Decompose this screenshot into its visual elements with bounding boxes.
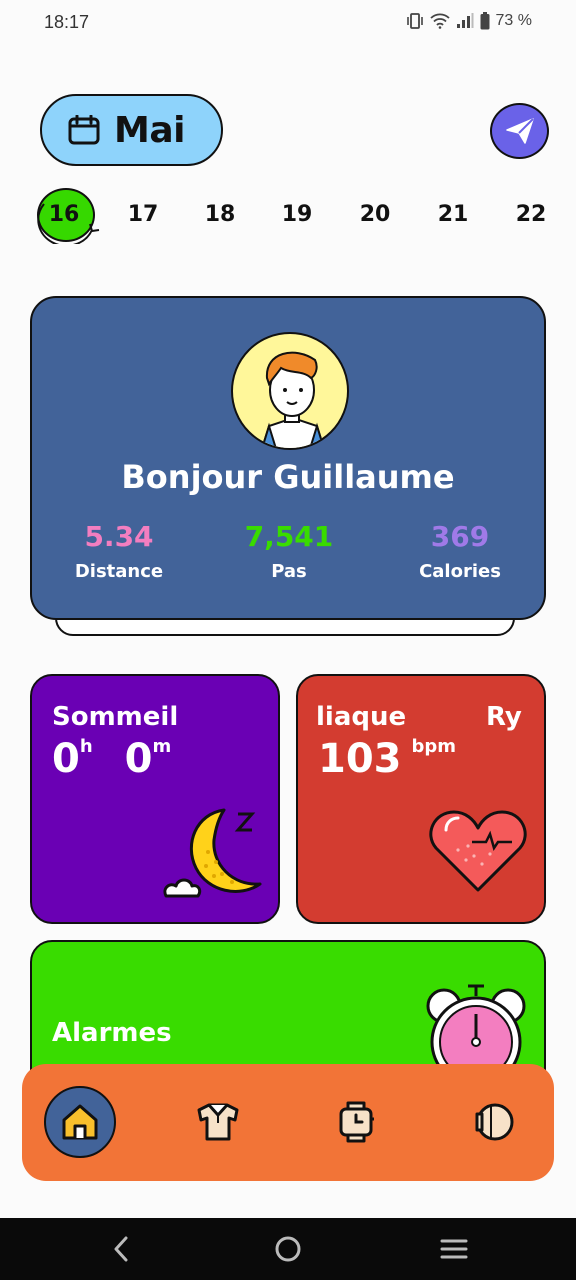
sleep-tile[interactable]: Sommeil 0h 0m [30,674,280,924]
stat-label: Pas [271,561,307,582]
watch-side-icon [475,1103,514,1141]
shirt-icon [197,1103,239,1141]
status-bar: 18:17 73 % [0,0,576,50]
date-item-selected[interactable]: 16 [34,188,100,244]
heart-title: liaque Ry [316,702,522,732]
stat-distance: 5.34 Distance [39,520,199,582]
system-navigation-bar [0,1218,576,1280]
profile-card[interactable]: Bonjour Guillaume 5.34 Distance 7,541 Pa… [30,296,546,620]
heart-title-tail: Ry [486,702,522,732]
stat-steps: 7,541 Pas [209,520,369,582]
date-item[interactable]: 22 [501,190,561,240]
date-item[interactable]: 20 [345,190,405,240]
date-day: 21 [437,202,469,227]
home-circle-icon[interactable] [274,1235,302,1263]
signal-icon [456,13,474,28]
sleep-minutes-unit: m [152,736,172,757]
sleep-title: Sommeil [52,702,179,732]
wifi-icon [429,13,450,29]
date-day: 18 [204,202,236,227]
moon-cloud-icon [163,808,262,898]
stat-label: Distance [74,561,164,582]
sleep-minutes: 0 [124,736,153,782]
stat-calories: 369 Calories [380,520,540,582]
sleep-hours: 0 [52,736,80,782]
date-day: 19 [281,202,313,227]
user-avatar-illustration [261,351,325,448]
recents-icon[interactable] [440,1238,468,1260]
heart-title-text: liaque [316,702,407,732]
stat-value: 5.34 [84,520,154,553]
send-button[interactable] [490,103,549,159]
nav-shirt-button[interactable] [182,1086,254,1158]
vibrate-icon [406,13,423,29]
avatar [231,332,349,450]
date-item[interactable]: 18 [190,190,250,240]
heart-unit: bpm [411,736,457,757]
watch-icon [339,1101,374,1143]
sleep-hours-unit: h [79,736,93,757]
status-time: 18:17 [44,12,90,32]
calendar-icon [68,115,100,145]
bottom-navigation [22,1064,554,1181]
paper-plane-icon [505,118,534,144]
battery-icon [480,12,490,30]
system-icons: 73 % [406,12,532,30]
date-day: 20 [359,202,391,227]
date-item[interactable]: 21 [423,190,483,240]
date-day: 17 [127,202,159,227]
back-icon[interactable] [112,1236,132,1262]
month-selector[interactable]: Mai [40,94,223,166]
date-strip: 16 17 18 19 20 21 22 [0,188,576,244]
nav-watch-side-button[interactable] [458,1086,530,1158]
nav-home-button[interactable] [44,1086,116,1158]
alarms-title: Alarmes [52,1018,172,1048]
heart-rate-tile[interactable]: liaque Ry 103 bpm [296,674,546,924]
home-icon [62,1104,98,1140]
greeting-text: Bonjour Guillaume [121,458,455,496]
sleep-duration: 0h 0m [52,736,171,782]
date-item[interactable]: 19 [267,190,327,240]
battery-percent: 73 % [495,12,532,29]
heart-icon [429,810,527,892]
date-item[interactable]: 17 [113,190,173,240]
stat-label: Calories [419,561,501,582]
stat-value: 369 [430,520,490,553]
heart-value: 103 [318,736,402,782]
stat-value: 7,541 [244,520,334,553]
nav-watch-button[interactable] [320,1086,392,1158]
month-label: Mai [114,109,185,151]
date-day: 16 [48,202,80,227]
heart-reading: 103 bpm [318,736,456,782]
date-day: 22 [515,202,547,227]
